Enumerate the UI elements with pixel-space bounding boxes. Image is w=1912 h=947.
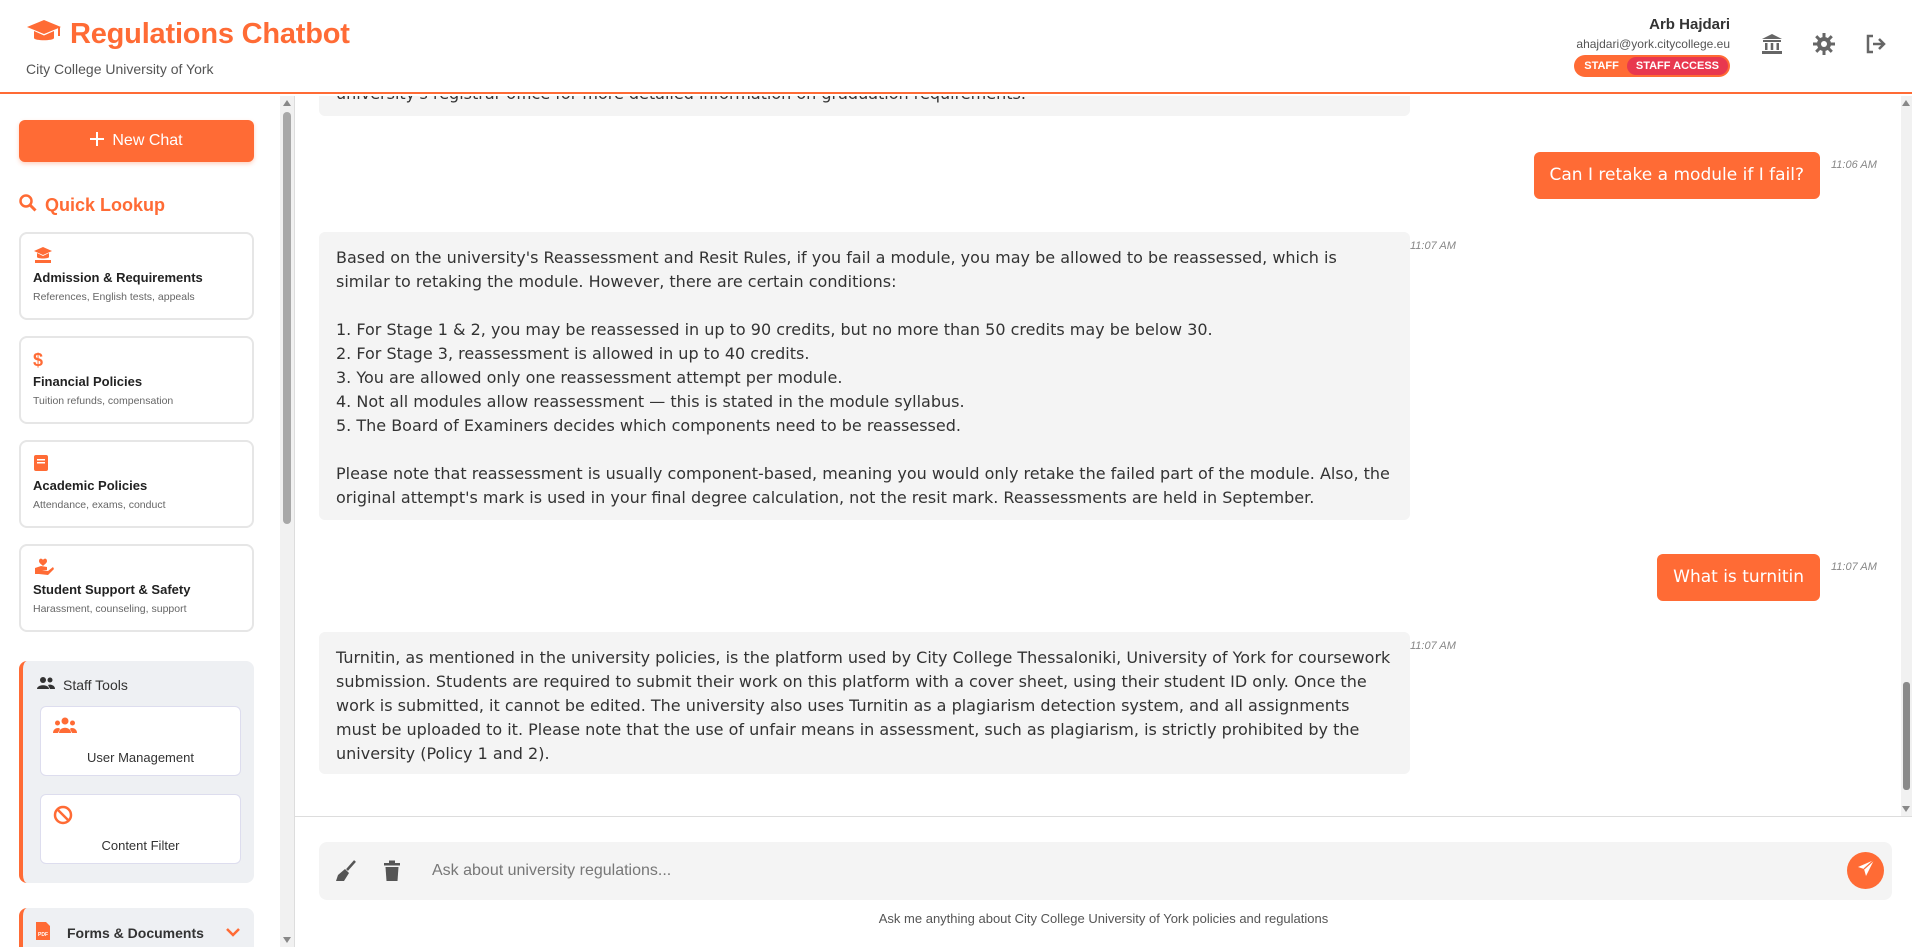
scroll-down-arrow[interactable]	[1902, 806, 1910, 812]
chat-scroll-thumb[interactable]	[1903, 682, 1910, 790]
app-title: Regulations Chatbot	[70, 18, 350, 50]
content-filter-label: Content Filter	[101, 838, 180, 853]
card-desc: References, English tests, appeals	[33, 291, 195, 303]
message-timestamp: 11:07 AM	[1410, 240, 1456, 252]
message-list-item: 1. For Stage 1 & 2, you may be reassesse…	[336, 320, 1213, 339]
user-info: Arb Hajdari ahajdari@york.citycollege.eu…	[1574, 16, 1730, 77]
scroll-down-arrow[interactable]	[283, 937, 291, 943]
message-list-item: 3. You are allowed only one reassessment…	[336, 368, 843, 387]
bot-message: Based on the university's Reassessment a…	[319, 232, 1410, 520]
message-composer	[319, 842, 1892, 900]
input-hint: Ask me anything about City College Unive…	[878, 911, 1329, 926]
user-message: Can I retake a module if I fail?	[1533, 152, 1820, 199]
message-text: university's registrar office for more d…	[336, 96, 1393, 106]
search-icon	[19, 194, 37, 217]
logout-icon[interactable]	[1862, 30, 1890, 58]
content-filter-button[interactable]: Content Filter	[40, 794, 241, 864]
quick-lookup-academic[interactable]: Academic Policies Attendance, exams, con…	[19, 440, 254, 528]
user-management-label: User Management	[87, 750, 194, 765]
staff-access-badge: STAFF ACCESS	[1626, 57, 1728, 75]
sidebar: New Chat Quick Lookup Admission & Requir…	[0, 96, 282, 947]
card-desc: Harassment, counseling, support	[33, 603, 187, 615]
user-name: Arb Hajdari	[1649, 16, 1730, 33]
graduation-cap-icon	[33, 246, 240, 266]
sidebar-scrollbar[interactable]	[280, 96, 294, 947]
bot-message: Turnitin, as mentioned in the university…	[319, 632, 1410, 774]
app-header: Regulations Chatbot City College Univers…	[0, 0, 1912, 94]
card-title: Financial Policies	[33, 374, 143, 389]
message-timestamp: 11:06 AM	[1831, 159, 1877, 171]
quick-lookup-heading: Quick Lookup	[19, 194, 165, 217]
card-title: Academic Policies	[33, 478, 148, 493]
message-list-item: 4. Not all modules allow reassessment — …	[336, 392, 965, 411]
dollar-icon: $	[33, 350, 44, 370]
message-intro: Based on the university's Reassessment a…	[336, 248, 1337, 291]
chat-scrollbar[interactable]	[1901, 96, 1912, 816]
university-icon[interactable]	[1758, 30, 1786, 58]
trash-icon[interactable]	[383, 860, 401, 887]
message-timestamp: 11:07 AM	[1831, 561, 1877, 573]
scroll-up-arrow[interactable]	[283, 100, 291, 106]
user-management-button[interactable]: User Management	[40, 706, 241, 776]
user-email: ahajdari@york.citycollege.eu	[1576, 37, 1730, 51]
quick-lookup-support[interactable]: Student Support & Safety Harassment, cou…	[19, 544, 254, 632]
forms-documents-toggle[interactable]: PDF Forms & Documents	[19, 908, 254, 947]
card-title: Student Support & Safety	[33, 582, 191, 597]
ban-icon	[53, 805, 73, 830]
new-chat-label: New Chat	[112, 132, 183, 149]
app-subtitle: City College University of York	[26, 61, 214, 77]
staff-badge: STAFF	[1584, 60, 1619, 72]
helping-hand-icon	[33, 558, 240, 578]
message-list-item: 2. For Stage 3, reassessment is allowed …	[336, 344, 810, 363]
header-actions	[1758, 30, 1890, 58]
message-input[interactable]	[432, 858, 1732, 884]
message-list-item: 5. The Board of Examiners decides which …	[336, 416, 961, 435]
card-desc: Attendance, exams, conduct	[33, 499, 166, 511]
message-text: Turnitin, as mentioned in the university…	[336, 648, 1391, 763]
gear-icon[interactable]	[1810, 30, 1838, 58]
broom-icon[interactable]	[335, 860, 357, 887]
book-icon	[33, 454, 240, 474]
card-title: Admission & Requirements	[33, 270, 203, 285]
bot-message: university's registrar office for more d…	[319, 96, 1410, 116]
svg-text:PDF: PDF	[38, 932, 48, 938]
message-outro: Please note that reassessment is usually…	[336, 464, 1390, 507]
input-divider	[295, 816, 1912, 817]
forms-documents-label: Forms & Documents	[67, 925, 204, 941]
scroll-up-arrow[interactable]	[1902, 100, 1910, 106]
users-icon	[53, 717, 77, 740]
staff-tools-panel: Staff Tools User Management Content Filt…	[19, 661, 254, 883]
chevron-down-icon	[226, 924, 240, 942]
paper-plane-icon	[1857, 859, 1875, 882]
role-badges: STAFF STAFF ACCESS	[1574, 55, 1730, 77]
brand: Regulations Chatbot City College Univers…	[26, 18, 350, 77]
plus-icon	[90, 131, 105, 151]
user-message: What is turnitin	[1657, 554, 1820, 601]
card-desc: Tuition refunds, compensation	[33, 395, 174, 407]
message-timestamp: 11:07 AM	[1410, 640, 1456, 652]
quick-lookup-admission[interactable]: Admission & Requirements References, Eng…	[19, 232, 254, 320]
chat-messages: university's registrar office for more d…	[295, 96, 1901, 816]
new-chat-button[interactable]: New Chat	[19, 120, 254, 162]
users-cog-icon	[37, 676, 55, 693]
quick-lookup-financial[interactable]: $ Financial Policies Tuition refunds, co…	[19, 336, 254, 424]
send-button[interactable]	[1847, 852, 1884, 889]
pdf-file-icon: PDF	[35, 921, 51, 946]
staff-tools-heading: Staff Tools	[37, 676, 128, 693]
sidebar-scroll-thumb[interactable]	[283, 112, 291, 524]
graduation-cap-icon	[26, 18, 62, 51]
